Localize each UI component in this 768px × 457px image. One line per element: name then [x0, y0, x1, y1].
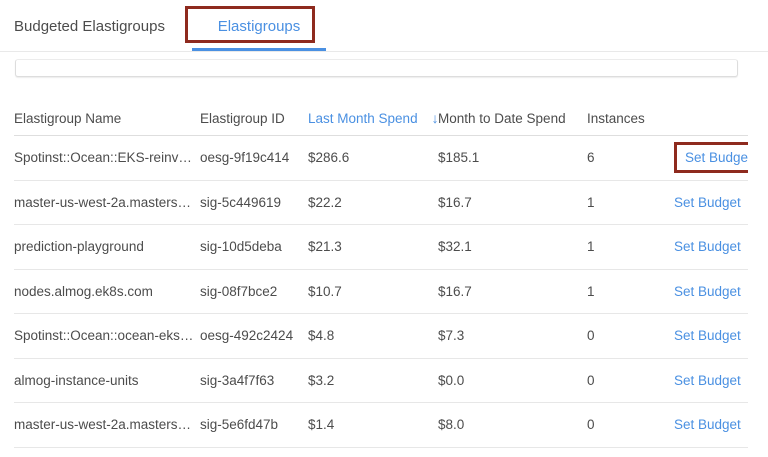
- cell-action: Set Budget: [674, 417, 748, 432]
- header-last-month-spend-label: Last Month Spend: [308, 111, 418, 126]
- cell-instances: 0: [587, 373, 674, 388]
- table-row: prediction-playground sig-10d5deba $21.3…: [14, 225, 748, 270]
- table-body: Spotinst::Ocean::EKS-reinv… oesg-9f19c41…: [14, 136, 748, 448]
- table-header-row: Elastigroup Name Elastigroup ID Last Mon…: [14, 101, 748, 136]
- cell-elastigroup-id: sig-08f7bce2: [200, 284, 308, 299]
- cell-instances: 0: [587, 417, 674, 432]
- cell-elastigroup-id: sig-5c449619: [200, 195, 308, 210]
- cell-elastigroup-id: oesg-492c2424: [200, 328, 308, 343]
- set-budget-link[interactable]: Set Budget: [674, 195, 741, 210]
- cell-last-month-spend: $3.2: [308, 373, 438, 388]
- cell-last-month-spend: $21.3: [308, 239, 438, 254]
- set-budget-link[interactable]: Set Budget: [674, 284, 741, 299]
- cell-last-month-spend: $286.6: [308, 150, 438, 165]
- active-tab-underline: [192, 48, 326, 51]
- header-last-month-spend[interactable]: Last Month Spend ↓: [308, 110, 438, 126]
- header-instances[interactable]: Instances: [587, 111, 674, 126]
- cell-elastigroup-name: Spotinst::Ocean::EKS-reinv…: [14, 150, 200, 165]
- cell-instances: 1: [587, 284, 674, 299]
- cell-elastigroup-name: almog-instance-units: [14, 373, 200, 388]
- elastigroups-table: Elastigroup Name Elastigroup ID Last Mon…: [14, 101, 748, 448]
- cell-elastigroup-name: master-us-west-2a.masters…: [14, 417, 200, 432]
- cell-last-month-spend: $1.4: [308, 417, 438, 432]
- cell-instances: 6: [587, 150, 674, 165]
- cell-action: Set Budget: [674, 239, 748, 254]
- header-elastigroup-id[interactable]: Elastigroup ID: [200, 111, 308, 126]
- cell-action: Set Budget: [674, 284, 748, 299]
- cell-action: Set Budget: [674, 142, 748, 173]
- cell-month-to-date-spend: $185.1: [438, 150, 587, 165]
- cell-action: Set Budget: [674, 328, 748, 343]
- cell-elastigroup-name: Spotinst::Ocean::ocean-eks…: [14, 328, 200, 343]
- cell-month-to-date-spend: $7.3: [438, 328, 587, 343]
- tab-elastigroups[interactable]: Elastigroups: [192, 0, 326, 52]
- cell-elastigroup-id: oesg-9f19c414: [200, 150, 308, 165]
- cell-month-to-date-spend: $8.0: [438, 417, 587, 432]
- cell-last-month-spend: $4.8: [308, 328, 438, 343]
- set-budget-link[interactable]: Set Budget: [674, 373, 741, 388]
- cell-month-to-date-spend: $0.0: [438, 373, 587, 388]
- set-budget-link[interactable]: Set Budget: [674, 417, 741, 432]
- cell-elastigroup-name: prediction-playground: [14, 239, 200, 254]
- tab-budgeted-elastigroups[interactable]: Budgeted Elastigroups: [14, 0, 165, 52]
- set-budget-link[interactable]: Set Budget: [674, 328, 741, 343]
- table-row: Spotinst::Ocean::ocean-eks… oesg-492c242…: [14, 314, 748, 359]
- cell-elastigroup-id: sig-5e6fd47b: [200, 417, 308, 432]
- cell-last-month-spend: $22.2: [308, 195, 438, 210]
- set-budget-link[interactable]: Set Budget: [674, 239, 741, 254]
- cell-elastigroup-id: sig-10d5deba: [200, 239, 308, 254]
- table-row: nodes.almog.ek8s.com sig-08f7bce2 $10.7 …: [14, 270, 748, 315]
- header-elastigroup-name[interactable]: Elastigroup Name: [14, 111, 200, 126]
- filter-bar[interactable]: [15, 59, 738, 77]
- table-row: master-us-west-2a.masters… sig-5e6fd47b …: [14, 403, 748, 448]
- cell-month-to-date-spend: $16.7: [438, 284, 587, 299]
- cell-month-to-date-spend: $32.1: [438, 239, 587, 254]
- cell-last-month-spend: $10.7: [308, 284, 438, 299]
- cell-instances: 1: [587, 239, 674, 254]
- table-row: master-us-west-2a.masters… sig-5c449619 …: [14, 181, 748, 226]
- table-row: almog-instance-units sig-3a4f7f63 $3.2 $…: [14, 359, 748, 404]
- cell-action: Set Budget: [674, 373, 748, 388]
- set-budget-link[interactable]: Set Budget: [674, 142, 748, 173]
- cell-elastigroup-id: sig-3a4f7f63: [200, 373, 308, 388]
- cell-instances: 0: [587, 328, 674, 343]
- cell-month-to-date-spend: $16.7: [438, 195, 587, 210]
- tab-elastigroups-label: Elastigroups: [218, 18, 301, 35]
- cell-action: Set Budget: [674, 195, 748, 210]
- cell-elastigroup-name: nodes.almog.ek8s.com: [14, 284, 200, 299]
- header-month-to-date-spend[interactable]: Month to Date Spend: [438, 111, 587, 126]
- cell-instances: 1: [587, 195, 674, 210]
- table-row: Spotinst::Ocean::EKS-reinv… oesg-9f19c41…: [14, 136, 748, 181]
- cell-elastigroup-name: master-us-west-2a.masters…: [14, 195, 200, 210]
- tab-bar: Budgeted Elastigroups Elastigroups: [0, 0, 768, 52]
- tab-budgeted-elastigroups-label: Budgeted Elastigroups: [14, 18, 165, 35]
